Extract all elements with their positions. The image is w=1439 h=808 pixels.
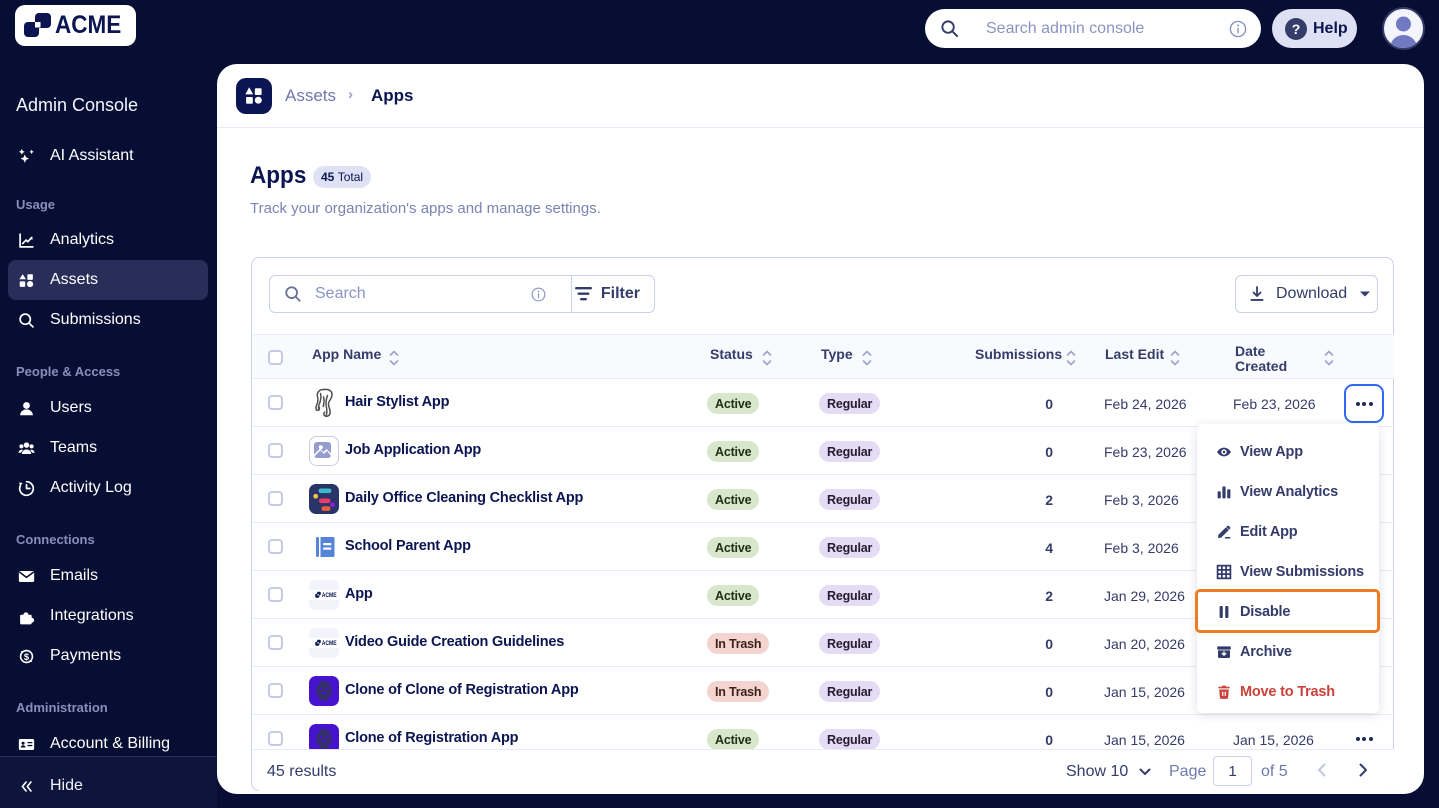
svg-text:ACME: ACME [322,641,337,647]
svg-text:$: $ [24,652,30,662]
svg-text:ACME: ACME [322,593,337,599]
